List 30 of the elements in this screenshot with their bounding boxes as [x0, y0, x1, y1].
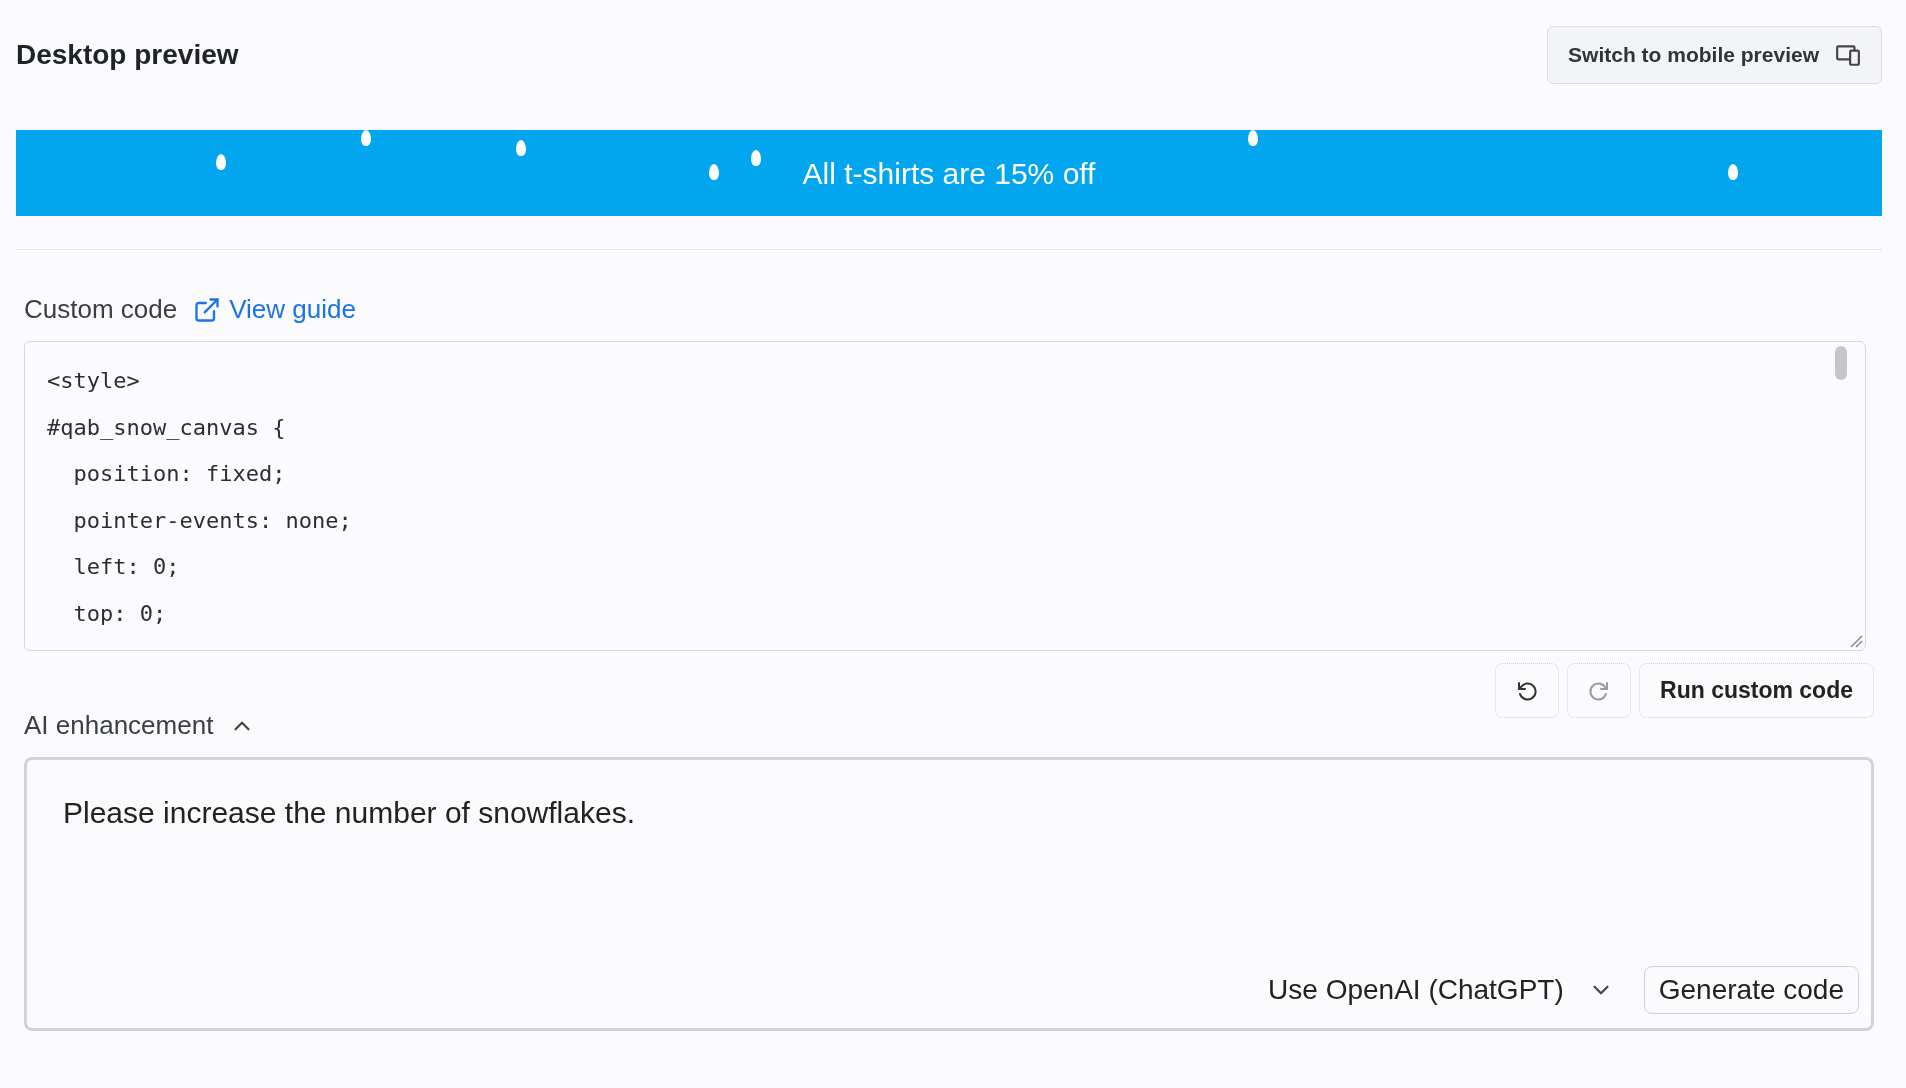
scrollbar-thumb[interactable] — [1835, 346, 1847, 380]
code-editor[interactable]: <style> #qab_snow_canvas { position: fixed; pointer-events: none; left: 0; top: 0; — [24, 341, 1866, 651]
switch-preview-button[interactable]: Switch to mobile preview — [1547, 26, 1882, 84]
snowflake-icon — [216, 154, 226, 170]
prompt-input-field[interactable]: Please increase the number of snowflakes. Use OpenAI (ChatGPT) Generate code — [24, 757, 1874, 1031]
undo-button[interactable] — [1495, 663, 1560, 718]
snowflake-icon — [516, 140, 526, 156]
prompt-text: Please increase the number of snowflakes. — [63, 795, 636, 831]
devices-icon — [1835, 42, 1861, 68]
code-line: #qab_snow_canvas { — [47, 413, 287, 442]
section-label: Custom code — [24, 293, 178, 326]
code-line: pointer-events: none; — [72, 506, 353, 535]
banner-text: All t-shirts are 15% off — [802, 155, 1096, 192]
view-guide-link[interactable]: View guide — [193, 290, 356, 329]
section-label: AI enhancement — [24, 709, 214, 742]
snowflake-icon — [709, 164, 719, 180]
code-line: position: fixed; — [72, 460, 287, 488]
model-dropdown[interactable]: Use OpenAI (ChatGPT) — [1262, 968, 1620, 1012]
snowflake-icon — [1728, 164, 1738, 180]
code-line: top: 0; — [72, 599, 168, 628]
page-title: Desktop preview — [16, 38, 239, 72]
resize-handle-icon[interactable] — [1849, 634, 1863, 648]
external-link-icon — [193, 295, 222, 324]
run-code-button[interactable]: Run custom code — [1639, 663, 1874, 718]
snowflake-icon — [751, 150, 761, 166]
code-line: left: 0; — [72, 553, 181, 581]
generate-code-button[interactable]: Generate code — [1643, 966, 1859, 1014]
code-line: <style> — [47, 367, 141, 395]
snowflake-icon — [1248, 130, 1258, 146]
snowflake-icon — [361, 130, 371, 146]
